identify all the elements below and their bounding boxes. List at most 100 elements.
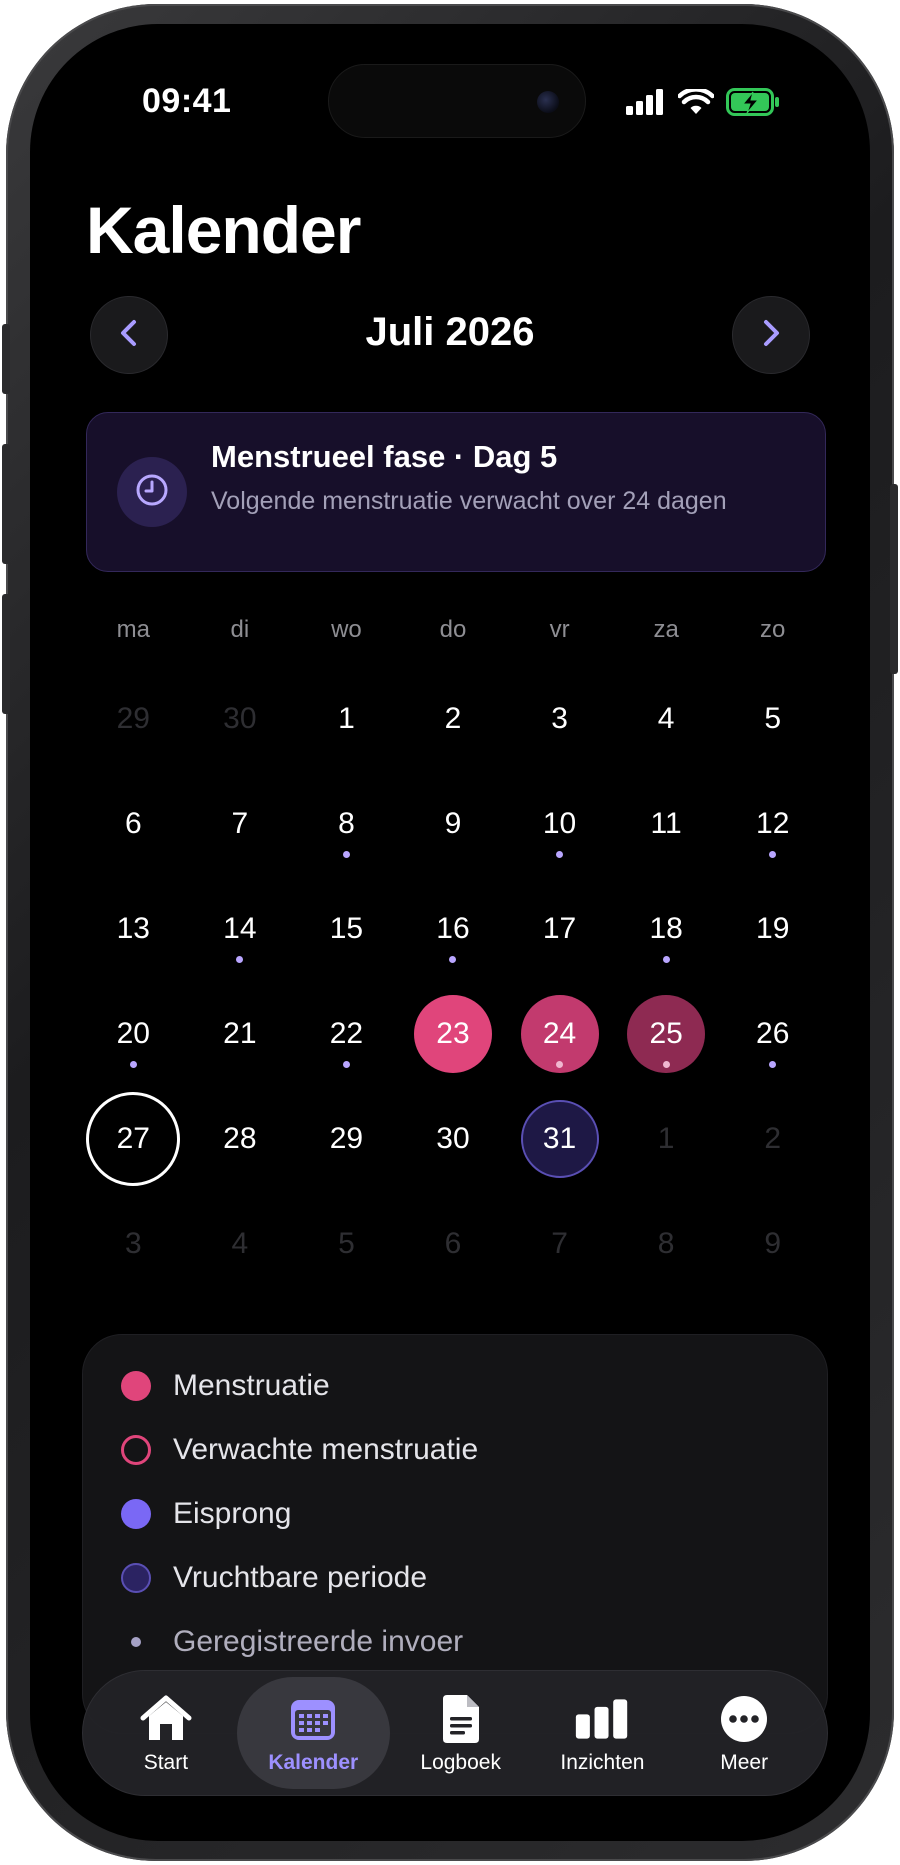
calendar-icon — [285, 1691, 341, 1747]
calendar-day[interactable]: 8 — [293, 771, 400, 876]
calendar-day[interactable]: 7 — [187, 771, 294, 876]
tab-start[interactable]: Start — [95, 1677, 237, 1789]
calendar-day-outside[interactable]: 30 — [187, 666, 294, 771]
day-number: 17 — [542, 911, 577, 945]
legend-label: Geregistreerde invoer — [173, 1625, 464, 1658]
legend-item-logged: Geregistreerde invoer — [121, 1625, 463, 1659]
calendar-day[interactable]: 20 — [80, 981, 187, 1086]
logged-entry-dot — [236, 955, 244, 963]
tab-kalender[interactable]: Kalender — [236, 1677, 390, 1789]
logged-entry-dot — [449, 955, 457, 963]
document-icon — [433, 1691, 489, 1747]
legend-label: Vruchtbare periode — [173, 1561, 428, 1594]
day-number: 1 — [657, 1121, 675, 1155]
calendar-day[interactable]: 31 — [506, 1086, 613, 1191]
day-number: 7 — [231, 806, 249, 840]
calendar-day[interactable]: 24 — [506, 981, 613, 1086]
calendar-day-outside[interactable]: 8 — [613, 1191, 720, 1296]
calendar-day-outside[interactable]: 4 — [187, 1191, 294, 1296]
calendar-day[interactable]: 22 — [293, 981, 400, 1086]
tab-label: Logboek — [420, 1751, 501, 1774]
day-number: 29 — [329, 1121, 364, 1155]
calendar-day-outside[interactable]: 6 — [400, 1191, 507, 1296]
calendar-day-outside[interactable]: 5 — [293, 1191, 400, 1296]
next-month-button[interactable] — [732, 296, 810, 374]
weekday-label: za — [653, 616, 679, 643]
tab-meer[interactable]: Meer — [673, 1677, 815, 1789]
tab-label: Kalender — [268, 1751, 359, 1774]
legend-swatch-expected — [121, 1435, 151, 1465]
calendar-day[interactable]: 14 — [187, 876, 294, 981]
calendar-day[interactable]: 11 — [613, 771, 720, 876]
status-icons — [626, 87, 780, 121]
calendar-day[interactable]: 18 — [613, 876, 720, 981]
calendar-day[interactable]: 26 — [719, 981, 826, 1086]
day-number: 26 — [756, 1016, 790, 1050]
day-number: 23 — [436, 1016, 470, 1050]
calendar-day[interactable]: 29 — [293, 1086, 400, 1191]
calendar-day[interactable]: 1 — [293, 666, 400, 771]
day-number: 8 — [657, 1226, 675, 1260]
day-number: 10 — [542, 806, 577, 840]
weekday-header: ma di wo do vr za zo — [80, 616, 826, 644]
tab-label: Inzichten — [560, 1751, 645, 1774]
calendar-day[interactable]: 4 — [613, 666, 720, 771]
calendar-day[interactable]: 25 — [613, 981, 720, 1086]
calendar-day[interactable]: 13 — [80, 876, 187, 981]
calendar-day[interactable]: 27 — [80, 1086, 187, 1191]
calendar-day-outside[interactable]: 7 — [506, 1191, 613, 1296]
day-number: 2 — [444, 701, 462, 735]
calendar-day-outside[interactable]: 2 — [719, 1086, 826, 1191]
weekday-label: do — [439, 616, 467, 643]
logged-entry-dot — [662, 955, 670, 963]
day-number: 19 — [756, 911, 790, 945]
calendar-day-outside[interactable]: 29 — [80, 666, 187, 771]
legend-item-expected-period: Verwachte menstruatie — [121, 1433, 478, 1467]
legend-item-ovulation: Eisprong — [121, 1497, 291, 1531]
day-number: 13 — [116, 911, 150, 945]
calendar-day[interactable]: 12 — [719, 771, 826, 876]
calendar-day[interactable]: 19 — [719, 876, 826, 981]
volume-down-button — [2, 594, 10, 714]
calendar-day[interactable]: 16 — [400, 876, 507, 981]
calendar-day[interactable]: 9 — [400, 771, 507, 876]
day-number: 5 — [764, 701, 782, 735]
day-number: 9 — [764, 1226, 782, 1260]
status-bar: 09:41 — [30, 24, 870, 174]
legend-swatch-ovulation — [121, 1499, 151, 1529]
day-number: 31 — [542, 1121, 577, 1155]
weekday-label: di — [230, 616, 250, 643]
calendar-day-outside[interactable]: 1 — [613, 1086, 720, 1191]
phase-subtitle: Volgende menstruatie verwacht over 24 da… — [211, 487, 727, 515]
calendar-day[interactable]: 15 — [293, 876, 400, 981]
day-number: 28 — [223, 1121, 257, 1155]
calendar-day[interactable]: 21 — [187, 981, 294, 1086]
day-number: 7 — [551, 1226, 568, 1260]
calendar-day[interactable]: 30 — [400, 1086, 507, 1191]
phone-frame: 09:41 Kalender Juli 2026 Menstrueel fase… — [2, 4, 898, 1861]
day-number: 4 — [231, 1226, 249, 1260]
battery-charging-icon — [726, 88, 780, 121]
day-number: 2 — [764, 1121, 782, 1155]
calendar-day-outside[interactable]: 3 — [80, 1191, 187, 1296]
legend-label: Menstruatie — [173, 1369, 330, 1402]
tab-bar: Start Kalender Logboek Inzichten Meer — [82, 1670, 828, 1796]
phase-title: Menstrueel fase · Dag 5 — [211, 439, 558, 474]
cycle-phase-card[interactable]: Menstrueel fase · Dag 5 Volgende menstru… — [86, 412, 826, 572]
calendar-day[interactable]: 2 — [400, 666, 507, 771]
calendar-day[interactable]: 28 — [187, 1086, 294, 1191]
calendar-day[interactable]: 17 — [506, 876, 613, 981]
calendar-day[interactable]: 5 — [719, 666, 826, 771]
tab-logboek[interactable]: Logboek — [390, 1677, 532, 1789]
calendar-day[interactable]: 10 — [506, 771, 613, 876]
calendar-day[interactable]: 23 — [400, 981, 507, 1086]
day-number: 27 — [116, 1121, 150, 1155]
day-number: 22 — [329, 1016, 364, 1050]
wifi-icon — [677, 87, 715, 120]
calendar-day-outside[interactable]: 9 — [719, 1191, 826, 1296]
page-title: Kalender — [86, 193, 361, 267]
calendar-day[interactable]: 3 — [506, 666, 613, 771]
calendar-day[interactable]: 6 — [80, 771, 187, 876]
action-button — [2, 324, 10, 394]
tab-inzichten[interactable]: Inzichten — [532, 1677, 674, 1789]
